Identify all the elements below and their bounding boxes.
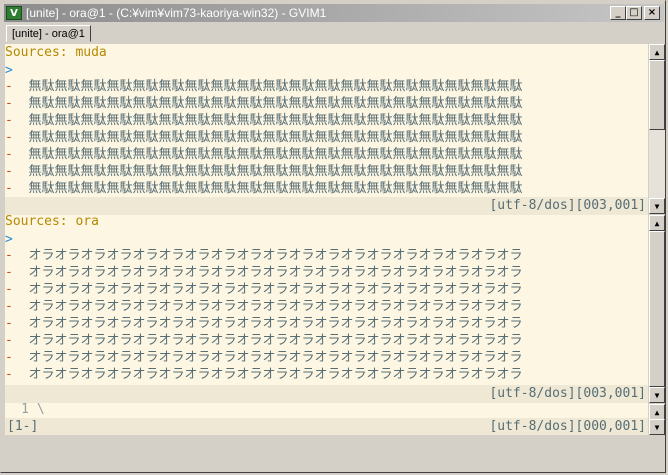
pane2-prompt[interactable]: > xyxy=(5,232,13,248)
pane3-line[interactable]: 1 \ xyxy=(5,402,45,418)
scroll-thumb[interactable] xyxy=(649,231,665,387)
candidate-text: 無駄無駄無駄無駄無駄無駄無駄無駄無駄無駄無駄無駄無駄無駄無駄無駄無駄無駄無駄 xyxy=(28,96,523,111)
candidate-row[interactable]: - 無駄無駄無駄無駄無駄無駄無駄無駄無駄無駄無駄無駄無駄無駄無駄無駄無駄無駄無駄 xyxy=(5,96,523,112)
candidate-text: オラオラオラオラオラオラオラオラオラオラオラオラオラオラオラオラオラオラオラ xyxy=(28,367,523,382)
candidate-row[interactable]: - 無駄無駄無駄無駄無駄無駄無駄無駄無駄無駄無駄無駄無駄無駄無駄無駄無駄無駄無駄 xyxy=(5,147,523,163)
maximize-button[interactable]: □ xyxy=(626,6,642,20)
candidate-row[interactable]: - オラオラオラオラオラオラオラオラオラオラオラオラオラオラオラオラオラオラオラ xyxy=(5,333,523,349)
candidate-row[interactable]: - オラオラオラオラオラオラオラオラオラオラオラオラオラオラオラオラオラオラオラ xyxy=(5,265,523,281)
candidate-marker: - xyxy=(5,299,29,314)
candidate-marker: - xyxy=(5,248,29,263)
pane1-header: Sources: muda xyxy=(5,45,107,61)
pane1-statusline: [utf-8/dos][003,001] xyxy=(5,197,648,215)
pane3-statusline: [1-] [utf-8/dos][000,001] xyxy=(5,418,648,435)
sources-label: Sources: xyxy=(5,214,68,229)
pane3-status-left: [1-] xyxy=(7,419,39,434)
scroll-up-icon[interactable]: ▲ xyxy=(649,44,665,60)
candidate-text: オラオラオラオラオラオラオラオラオラオラオラオラオラオラオラオラオラオラオラ xyxy=(28,333,523,348)
candidate-marker: - xyxy=(5,316,29,331)
candidate-text: オラオラオラオラオラオラオラオラオラオラオラオラオラオラオラオラオラオラオラ xyxy=(28,350,523,365)
candidate-text: オラオラオラオラオラオラオラオラオラオラオラオラオラオラオラオラオラオラオラ xyxy=(28,299,523,314)
candidate-marker: - xyxy=(5,79,29,94)
candidate-row[interactable]: - 無駄無駄無駄無駄無駄無駄無駄無駄無駄無駄無駄無駄無駄無駄無駄無駄無駄無駄無駄 xyxy=(5,79,523,95)
pane1-prompt[interactable]: > xyxy=(5,63,13,79)
gvim-window: V [unite] - ora@1 - (C:¥vim¥vim73-kaoriy… xyxy=(0,0,666,473)
candidate-marker: - xyxy=(5,265,29,280)
candidate-row[interactable]: - 無駄無駄無駄無駄無駄無駄無駄無駄無駄無駄無駄無駄無駄無駄無駄無駄無駄無駄無駄 xyxy=(5,164,523,180)
candidate-text: オラオラオラオラオラオラオラオラオラオラオラオラオラオラオラオラオラオラオラ xyxy=(28,265,523,280)
vim-icon[interactable]: V xyxy=(6,6,22,20)
candidate-text: オラオラオラオラオラオラオラオラオラオラオラオラオラオラオラオラオラオラオラ xyxy=(28,248,523,263)
line-number: 1 xyxy=(21,402,29,417)
candidate-text: 無駄無駄無駄無駄無駄無駄無駄無駄無駄無駄無駄無駄無駄無駄無駄無駄無駄無駄無駄 xyxy=(28,79,523,94)
pane2-status-right: [utf-8/dos][003,001] xyxy=(489,386,646,401)
pane3-status-right: [utf-8/dos][000,001] xyxy=(489,419,646,434)
candidate-marker: - xyxy=(5,333,29,348)
candidate-row[interactable]: - 無駄無駄無駄無駄無駄無駄無駄無駄無駄無駄無駄無駄無駄無駄無駄無駄無駄無駄無駄 xyxy=(5,130,523,146)
candidate-marker: - xyxy=(5,181,29,196)
close-button[interactable]: × xyxy=(644,6,660,20)
pane2-statusline: [utf-8/dos][003,001] xyxy=(5,385,648,403)
candidate-row[interactable]: - オラオラオラオラオラオラオラオラオラオラオラオラオラオラオラオラオラオラオラ xyxy=(5,299,523,315)
candidate-marker: - xyxy=(5,164,29,179)
scroll-down-icon[interactable]: ▼ xyxy=(649,198,665,214)
candidate-text: 無駄無駄無駄無駄無駄無駄無駄無駄無駄無駄無駄無駄無駄無駄無駄無駄無駄無駄無駄 xyxy=(28,181,523,196)
candidate-row[interactable]: - オラオラオラオラオラオラオラオラオラオラオラオラオラオラオラオラオラオラオラ xyxy=(5,367,523,383)
candidate-text: 無駄無駄無駄無駄無駄無駄無駄無駄無駄無駄無駄無駄無駄無駄無駄無駄無駄無駄無駄 xyxy=(28,113,523,128)
source-name: ora xyxy=(75,214,99,229)
editor-area[interactable]: Sources: muda > - 無駄無駄無駄無駄無駄無駄無駄無駄無駄無駄無駄… xyxy=(5,44,648,435)
pane1-scrollbar[interactable]: ▲ ▼ xyxy=(649,44,665,214)
candidate-row[interactable]: - オラオラオラオラオラオラオラオラオラオラオラオラオラオラオラオラオラオラオラ xyxy=(5,316,523,332)
candidate-marker: - xyxy=(5,147,29,162)
scroll-down-icon[interactable]: ▼ xyxy=(649,419,665,435)
candidate-marker: - xyxy=(5,130,29,145)
tab-bar: [unite] - ora@1 xyxy=(4,23,664,43)
line-content: \ xyxy=(36,402,45,417)
sources-label: Sources: xyxy=(5,45,68,60)
pane3-scrollbar[interactable]: ▲ ▼ xyxy=(649,404,665,435)
candidate-text: 無駄無駄無駄無駄無駄無駄無駄無駄無駄無駄無駄無駄無駄無駄無駄無駄無駄無駄無駄 xyxy=(28,130,523,145)
candidate-row[interactable]: - 無駄無駄無駄無駄無駄無駄無駄無駄無駄無駄無駄無駄無駄無駄無駄無駄無駄無駄無駄 xyxy=(5,113,523,129)
window-title: [unite] - ora@1 - (C:¥vim¥vim73-kaoriya-… xyxy=(26,6,327,20)
candidate-row[interactable]: - オラオラオラオラオラオラオラオラオラオラオラオラオラオラオラオラオラオラオラ xyxy=(5,282,523,298)
candidate-text: オラオラオラオラオラオラオラオラオラオラオラオラオラオラオラオラオラオラオラ xyxy=(28,316,523,331)
candidate-marker: - xyxy=(5,350,29,365)
candidate-marker: - xyxy=(5,113,29,128)
pane1-status-right: [utf-8/dos][003,001] xyxy=(489,198,646,213)
candidate-text: 無駄無駄無駄無駄無駄無駄無駄無駄無駄無駄無駄無駄無駄無駄無駄無駄無駄無駄無駄 xyxy=(28,164,523,179)
candidate-marker: - xyxy=(5,96,29,111)
scroll-thumb[interactable] xyxy=(649,60,665,130)
candidate-row[interactable]: - オラオラオラオラオラオラオラオラオラオラオラオラオラオラオラオラオラオラオラ xyxy=(5,248,523,264)
candidate-text: オラオラオラオラオラオラオラオラオラオラオラオラオラオラオラオラオラオラオラ xyxy=(28,282,523,297)
candidate-row[interactable]: - オラオラオラオラオラオラオラオラオラオラオラオラオラオラオラオラオラオラオラ xyxy=(5,350,523,366)
candidate-marker: - xyxy=(5,282,29,297)
scroll-up-icon[interactable]: ▲ xyxy=(649,215,665,231)
scroll-up-icon[interactable]: ▲ xyxy=(649,404,665,420)
title-bar[interactable]: V [unite] - ora@1 - (C:¥vim¥vim73-kaoriy… xyxy=(4,4,664,22)
window-controls: _ □ × xyxy=(610,6,660,20)
source-name: muda xyxy=(75,45,107,60)
candidate-text: 無駄無駄無駄無駄無駄無駄無駄無駄無駄無駄無駄無駄無駄無駄無駄無駄無駄無駄無駄 xyxy=(28,147,523,162)
pane2-header: Sources: ora xyxy=(5,214,99,230)
candidate-row[interactable]: - 無駄無駄無駄無駄無駄無駄無駄無駄無駄無駄無駄無駄無駄無駄無駄無駄無駄無駄無駄 xyxy=(5,181,523,197)
pane2-scrollbar[interactable]: ▲ ▼ xyxy=(649,215,665,403)
scroll-down-icon[interactable]: ▼ xyxy=(649,387,665,403)
tab-unite-ora[interactable]: [unite] - ora@1 xyxy=(6,25,91,42)
minimize-button[interactable]: _ xyxy=(610,6,626,20)
candidate-marker: - xyxy=(5,367,29,382)
